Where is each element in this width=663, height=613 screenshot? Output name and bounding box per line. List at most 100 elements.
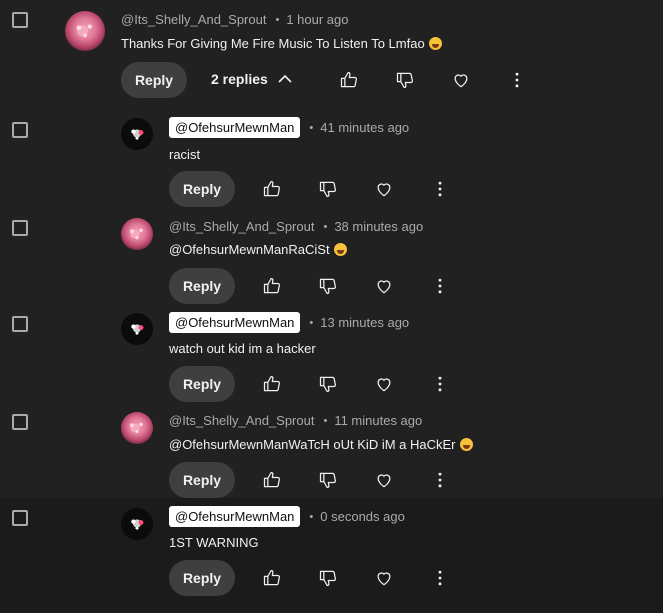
comment-text: watch out kid im a hacker: [169, 341, 316, 356]
replies-count: 2 replies: [211, 71, 268, 87]
comment-meta: @OfehsurMewnMan • 0 seconds ago: [169, 506, 405, 527]
dislike-button[interactable]: [316, 372, 340, 396]
thumbs-down-icon: [396, 72, 413, 89]
dislike-button[interactable]: [316, 177, 340, 201]
heart-button[interactable]: [372, 274, 396, 298]
like-button[interactable]: [260, 274, 284, 298]
thumbs-down-icon: [319, 570, 336, 587]
comment-text: racist: [169, 147, 201, 162]
heart-icon: [377, 474, 391, 488]
heart-button[interactable]: [372, 566, 396, 590]
reply-button[interactable]: Reply: [169, 462, 235, 498]
more-button[interactable]: [505, 68, 529, 92]
checkbox-icon[interactable]: [12, 12, 28, 28]
avatar[interactable]: [65, 11, 105, 51]
dislike-button[interactable]: [316, 468, 340, 492]
timestamp[interactable]: 0 seconds ago: [320, 509, 405, 524]
like-button[interactable]: [260, 372, 284, 396]
author-name[interactable]: @OfehsurMewnMan: [169, 506, 301, 527]
author-name[interactable]: @OfehsurMewnMan: [169, 312, 301, 333]
comment-text: 1ST WARNING: [169, 535, 259, 550]
timestamp[interactable]: 11 minutes ago: [334, 413, 422, 428]
comment-meta: @Its_Shelly_And_Sprout • 38 minutes ago: [169, 219, 424, 234]
more-button[interactable]: [428, 274, 452, 298]
like-button[interactable]: [337, 68, 361, 92]
more-vert-icon: [438, 278, 442, 294]
timestamp[interactable]: 41 minutes ago: [320, 120, 409, 135]
reply-comment: @OfehsurMewnMan • 41 minutes ago racist …: [0, 108, 663, 208]
comment-meta: @Its_Shelly_And_Sprout • 1 hour ago: [121, 12, 349, 27]
timestamp[interactable]: 38 minutes ago: [334, 219, 423, 234]
chevron-up-icon: [278, 74, 292, 83]
avatar[interactable]: [121, 412, 153, 444]
avatar[interactable]: [121, 218, 153, 250]
reply-button[interactable]: Reply: [169, 268, 235, 304]
author-name[interactable]: @Its_Shelly_And_Sprout: [169, 219, 314, 234]
emoji-icon: [428, 37, 442, 50]
timestamp[interactable]: 1 hour ago: [286, 12, 348, 27]
thumbs-down-icon: [319, 376, 336, 393]
comment-meta: @Its_Shelly_And_Sprout • 11 minutes ago: [169, 413, 423, 428]
checkbox-icon[interactable]: [12, 316, 28, 332]
author-name[interactable]: @Its_Shelly_And_Sprout: [169, 413, 314, 428]
avatar[interactable]: [121, 508, 153, 540]
dislike-button[interactable]: [393, 68, 417, 92]
reply-comment: @Its_Shelly_And_Sprout • 38 minutes ago …: [0, 208, 663, 305]
avatar[interactable]: [121, 118, 153, 150]
more-button[interactable]: [428, 372, 452, 396]
heart-icon: [454, 74, 468, 88]
thumbs-up-icon: [263, 569, 280, 586]
checkbox-icon[interactable]: [12, 510, 28, 526]
checkbox-icon[interactable]: [12, 220, 28, 236]
thumbs-down-icon: [319, 181, 336, 198]
avatar[interactable]: [121, 313, 153, 345]
reply-comment-highlighted: @OfehsurMewnMan • 0 seconds ago 1ST WARN…: [0, 498, 663, 613]
more-vert-icon: [515, 72, 519, 88]
timestamp[interactable]: 13 minutes ago: [320, 315, 409, 330]
like-button[interactable]: [260, 177, 284, 201]
replies-toggle[interactable]: 2 replies: [211, 71, 292, 87]
thumbs-up-icon: [263, 375, 280, 392]
reply-button[interactable]: Reply: [169, 366, 235, 402]
heart-icon: [377, 183, 391, 197]
more-button[interactable]: [428, 566, 452, 590]
reply-button[interactable]: Reply: [169, 171, 235, 207]
heart-button[interactable]: [372, 372, 396, 396]
emoji-icon: [459, 438, 473, 451]
heart-icon: [377, 280, 391, 294]
thumbs-up-icon: [263, 277, 280, 294]
emoji-icon: [333, 243, 347, 256]
thumbs-down-icon: [319, 472, 336, 489]
dislike-button[interactable]: [316, 566, 340, 590]
more-button[interactable]: [428, 177, 452, 201]
thumbs-down-icon: [319, 278, 336, 295]
dislike-button[interactable]: [316, 274, 340, 298]
reply-comment: @OfehsurMewnMan • 13 minutes ago watch o…: [0, 305, 663, 403]
author-name[interactable]: @Its_Shelly_And_Sprout: [121, 12, 266, 27]
more-vert-icon: [438, 472, 442, 488]
comment-text: Thanks For Giving Me Fire Music To Liste…: [121, 36, 442, 51]
checkbox-icon[interactable]: [12, 414, 28, 430]
reply-button[interactable]: Reply: [121, 62, 187, 98]
heart-icon: [377, 378, 391, 392]
comment-text: @OfehsurMewnManWaTcH oUt KiD iM a HaCkEr: [169, 437, 473, 452]
heart-icon: [377, 572, 391, 586]
comment-meta: @OfehsurMewnMan • 13 minutes ago: [169, 312, 409, 333]
checkbox-icon[interactable]: [12, 122, 28, 138]
top-comment: @Its_Shelly_And_Sprout • 1 hour ago Than…: [0, 0, 663, 100]
reply-button[interactable]: Reply: [169, 560, 235, 596]
more-vert-icon: [438, 376, 442, 392]
heart-button[interactable]: [372, 177, 396, 201]
heart-button[interactable]: [449, 68, 473, 92]
thumbs-up-icon: [340, 71, 357, 88]
more-button[interactable]: [428, 468, 452, 492]
heart-button[interactable]: [372, 468, 396, 492]
like-button[interactable]: [260, 566, 284, 590]
reply-comment: @Its_Shelly_And_Sprout • 11 minutes ago …: [0, 403, 663, 498]
author-name[interactable]: @OfehsurMewnMan: [169, 117, 301, 138]
more-vert-icon: [438, 181, 442, 197]
thumbs-up-icon: [263, 471, 280, 488]
more-vert-icon: [438, 570, 442, 586]
thumbs-up-icon: [263, 180, 280, 197]
like-button[interactable]: [260, 468, 284, 492]
